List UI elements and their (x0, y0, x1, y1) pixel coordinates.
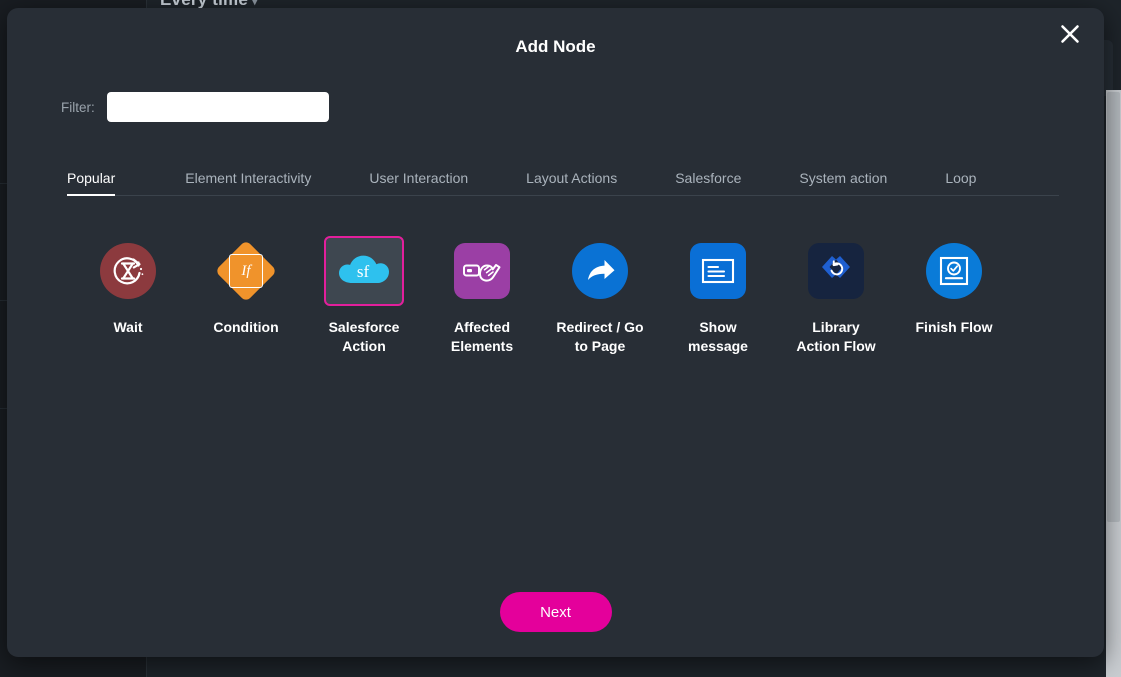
node-icon-wrap: If (206, 236, 286, 306)
node-label: Show message (688, 319, 748, 355)
message-card-icon (690, 243, 746, 299)
node-icon-wrap (914, 236, 994, 306)
library-flow-icon (808, 243, 864, 299)
tab-loop[interactable]: Loop (927, 170, 994, 195)
search-input[interactable] (106, 92, 329, 122)
close-icon[interactable] (1053, 17, 1087, 51)
page-scrollbar-thumb[interactable] (1107, 92, 1120, 522)
tab-element-interactivity[interactable]: Element Interactivity (167, 170, 329, 195)
node-icon-wrap-selected: sf (324, 236, 404, 306)
share-arrow-icon (572, 243, 628, 299)
tab-system-action[interactable]: System action (781, 170, 905, 195)
filter-row: Filter: (61, 92, 329, 122)
node-option-wait[interactable]: Wait (69, 236, 187, 337)
node-option-affected-elements[interactable]: Affected Elements (423, 236, 541, 357)
add-node-dialog: Add Node Filter: Popular Element Interac… (7, 8, 1104, 657)
dialog-title: Add Node (515, 37, 596, 56)
node-option-salesforce-action[interactable]: sf Salesforce Action (305, 236, 423, 357)
chevron-down-icon: ▾ (252, 0, 258, 8)
svg-text:sf: sf (357, 262, 370, 281)
tab-salesforce[interactable]: Salesforce (657, 170, 759, 195)
node-icon-wrap (442, 236, 522, 306)
tab-layout-actions[interactable]: Layout Actions (508, 170, 635, 195)
node-option-condition[interactable]: If Condition (187, 236, 305, 337)
node-label: Condition (213, 319, 279, 335)
node-label: Wait (113, 319, 143, 335)
node-type-grid: Wait If Condition sf Salesforce Action A… (69, 236, 1059, 357)
node-icon-wrap (796, 236, 876, 306)
tab-bar: Popular Element Interactivity User Inter… (67, 158, 1059, 196)
next-button[interactable]: Next (499, 592, 612, 632)
node-label: Redirect / Go to Page (556, 319, 644, 355)
node-option-redirect[interactable]: Redirect / Go to Page (541, 236, 659, 357)
node-option-show-message[interactable]: Show message (659, 236, 777, 357)
node-icon-wrap (560, 236, 640, 306)
node-option-finish-flow[interactable]: Finish Flow (895, 236, 1013, 337)
tab-popular[interactable]: Popular (67, 170, 145, 196)
node-option-library-action-flow[interactable]: Library Action Flow (777, 236, 895, 357)
hourglass-refresh-icon (100, 243, 156, 299)
node-label: Affected Elements (450, 319, 514, 355)
tab-user-interaction[interactable]: User Interaction (351, 170, 486, 195)
node-icon-wrap (678, 236, 758, 306)
if-diamond-icon: If (214, 239, 278, 303)
node-label: Library Action Flow (796, 319, 876, 355)
finish-check-icon (926, 243, 982, 299)
filter-label: Filter: (61, 99, 95, 115)
salesforce-cloud-icon: sf (336, 249, 392, 294)
pointing-hand-icon (454, 243, 510, 299)
node-label: Salesforce Action (328, 319, 400, 355)
node-icon-wrap (88, 236, 168, 306)
node-label: Finish Flow (915, 319, 993, 335)
